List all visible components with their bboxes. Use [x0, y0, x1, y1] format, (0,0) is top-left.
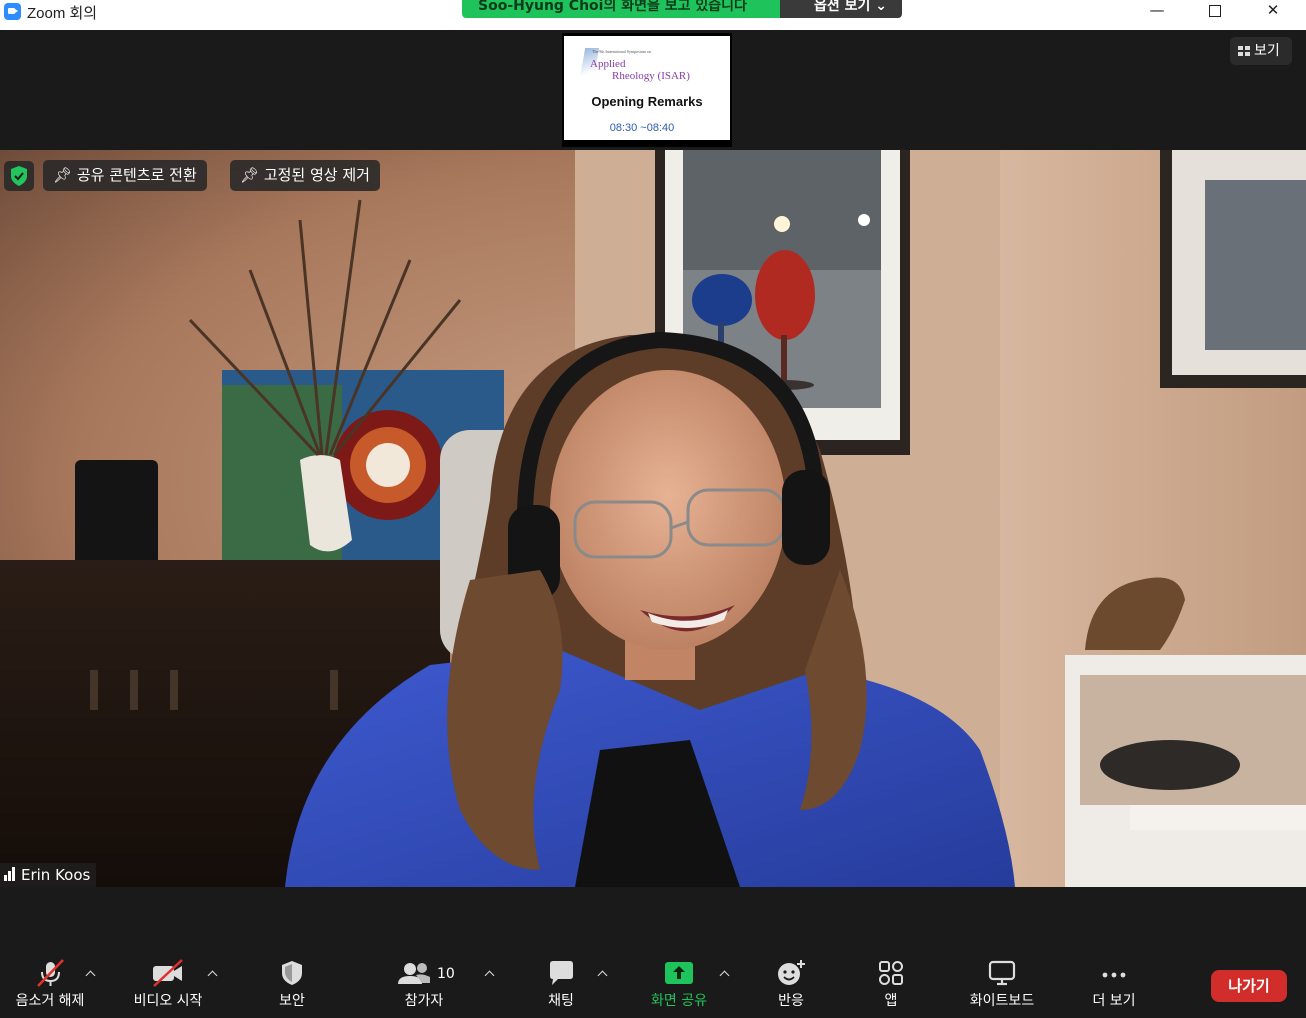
screen-share-banner: Soo-Hyung Choi의 화면을 보고 있습니다	[462, 0, 780, 18]
maximize-icon	[1209, 5, 1221, 17]
signal-strength-icon	[4, 864, 16, 888]
grid-view-icon	[1238, 46, 1250, 56]
slide-logo-line1: Applied	[590, 58, 626, 70]
leave-meeting-button[interactable]: 나가기	[1211, 970, 1287, 1002]
shared-slide: The 9th International Symposium on Appli…	[564, 36, 730, 140]
security-label: 보안	[279, 993, 305, 1009]
share-screen-icon	[640, 958, 718, 988]
share-options-caret[interactable]	[718, 968, 730, 980]
slide-time: 08:30 ~08:40	[609, 122, 675, 134]
view-layout-button[interactable]: 보기	[1230, 37, 1292, 65]
share-screen-label: 화면 공유	[651, 993, 707, 1009]
apps-button[interactable]: 앱	[866, 958, 916, 1010]
shield-check-icon	[11, 166, 27, 186]
maximize-button[interactable]	[1192, 0, 1238, 24]
participant-name-tag: Erin Koos	[0, 863, 97, 888]
window-title: Zoom 회의	[27, 5, 98, 22]
security-button[interactable]: 보안	[256, 958, 328, 1010]
chat-label: 채팅	[548, 993, 574, 1009]
view-button-label: 보기	[1254, 43, 1280, 59]
participant-name: Erin Koos	[21, 866, 91, 884]
start-video-label: 비디오 시작	[133, 993, 203, 1009]
switch-to-shared-content-button[interactable]: 📌︎ 공유 콘텐츠로 전환	[43, 160, 207, 191]
encryption-shield-badge[interactable]	[4, 161, 34, 191]
zoom-app-icon	[4, 3, 21, 20]
window-title-bar: Zoom 회의 Soo-Hyung Choi의 화면을 보고 있습니다 옵션 보…	[0, 0, 1306, 30]
video-frame	[0, 150, 1306, 887]
minimize-button[interactable]: —	[1134, 0, 1180, 24]
pin-icon: 📌︎	[53, 166, 73, 184]
participants-icon: 10	[386, 958, 462, 988]
reactions-button[interactable]: 반응	[760, 958, 822, 1010]
whiteboard-icon	[955, 958, 1049, 988]
apps-label: 앱	[884, 993, 898, 1009]
shared-content-thumbnail[interactable]: The 9th International Symposium on Appli…	[562, 33, 732, 147]
more-label: 더 보기	[1092, 993, 1136, 1009]
more-button[interactable]: 더 보기	[1079, 958, 1149, 1010]
participants-button[interactable]: 10 참가자	[386, 958, 462, 1010]
whiteboard-label: 화이트보드	[969, 993, 1035, 1009]
chat-options-caret[interactable]	[596, 968, 608, 980]
whiteboard-button[interactable]: 화이트보드	[955, 958, 1049, 1010]
slide-logo-line2: Rheology (ISAR)	[612, 70, 690, 82]
microphone-muted-icon	[4, 958, 96, 988]
share-screen-button[interactable]: 화면 공유	[640, 958, 718, 1010]
chat-bubble-icon	[526, 958, 596, 988]
participants-label: 참가자	[404, 993, 444, 1009]
unpin-label: 고정된 영상 제거	[263, 166, 370, 184]
pin-icon: 📌︎	[240, 166, 260, 184]
participants-count: 10	[437, 966, 454, 982]
reaction-emoji-icon	[760, 958, 822, 988]
video-options-caret[interactable]	[206, 968, 218, 980]
active-speaker-video	[0, 150, 1306, 887]
more-dots-icon	[1079, 958, 1149, 988]
apps-icon	[866, 958, 916, 988]
view-options-button[interactable]: 옵션 보기 ⌄	[780, 0, 902, 18]
reactions-label: 반응	[778, 993, 804, 1009]
unmute-label: 음소거 해제	[15, 993, 85, 1009]
slide-title: Opening Remarks	[591, 94, 703, 109]
start-video-button[interactable]: 비디오 시작	[122, 958, 214, 1010]
remove-pinned-video-button[interactable]: 📌︎ 고정된 영상 제거	[230, 160, 380, 191]
audio-options-caret[interactable]	[84, 968, 96, 980]
participants-options-caret[interactable]	[483, 968, 495, 980]
unmute-button[interactable]: 음소거 해제	[4, 958, 96, 1010]
security-shield-icon	[256, 958, 328, 988]
video-camera-off-icon	[122, 958, 214, 988]
close-button[interactable]: ✕	[1250, 0, 1296, 24]
chat-button[interactable]: 채팅	[526, 958, 596, 1010]
switch-label: 공유 콘텐츠로 전환	[76, 166, 197, 184]
slide-symposium-text: The 9th International Symposium on	[592, 49, 651, 54]
